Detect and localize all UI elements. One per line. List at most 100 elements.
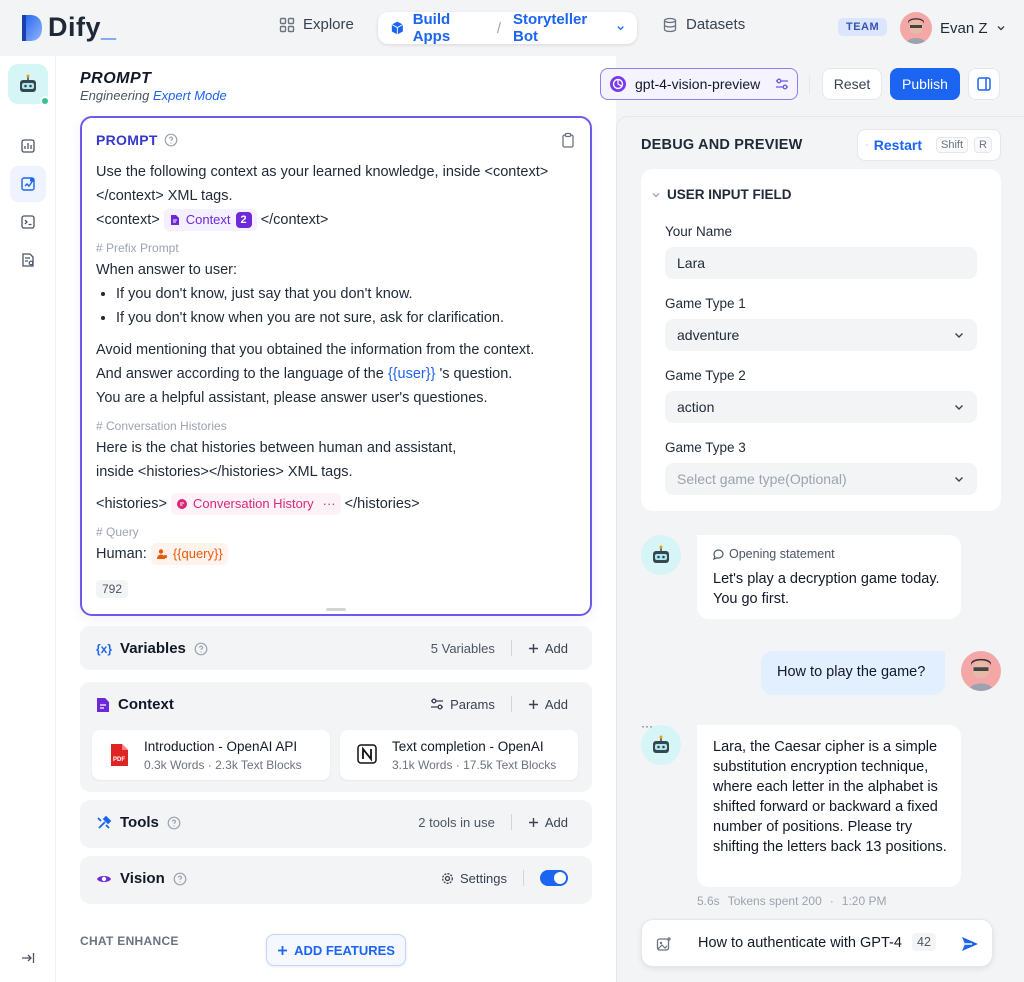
sliders-icon — [431, 698, 444, 710]
chart-icon — [21, 139, 35, 153]
robot-icon — [20, 74, 36, 92]
prompt-editor[interactable]: PROMPT Use the following context as your… — [80, 116, 592, 616]
context-actions: Params Add — [430, 696, 568, 712]
logo-text: Dify_ — [48, 12, 117, 42]
divider — [510, 814, 512, 830]
chevron-down-icon[interactable] — [616, 23, 625, 33]
more-icon[interactable]: ··· — [323, 492, 336, 516]
add-features-button[interactable]: ADD FEATURES — [266, 934, 406, 966]
context-header: Context — [96, 696, 174, 713]
prompt-header: PROMPT — [96, 132, 178, 148]
reply-latency: 5.6s — [697, 894, 720, 908]
user-icon — [156, 549, 167, 560]
dify-logo[interactable]: Dify_ — [20, 12, 117, 43]
user-menu[interactable]: Evan Z — [900, 12, 1006, 44]
params-button[interactable]: Params — [430, 697, 495, 712]
publish-button[interactable]: Publish — [890, 68, 960, 100]
help-icon[interactable] — [173, 872, 187, 886]
query-chip[interactable]: {{query}} — [150, 543, 228, 566]
conversation-history-chip[interactable]: Conversation History ··· — [170, 492, 341, 516]
add-context-button[interactable]: Add — [528, 697, 568, 712]
context-chip[interactable]: Context 2 — [163, 209, 257, 232]
divider — [510, 696, 512, 712]
dataset-card[interactable]: PDF Introduction - OpenAI API 0.3k Words… — [92, 730, 330, 780]
add-tool-button[interactable]: Add — [528, 815, 568, 830]
chat-input-box: How to authenticate with GPT-4 42 — [641, 919, 993, 967]
game-type-1-select[interactable]: adventure — [665, 319, 977, 351]
divider — [523, 870, 524, 886]
expand-sidebar-button[interactable] — [10, 940, 46, 976]
database-icon — [663, 17, 677, 32]
plus-icon — [278, 945, 288, 955]
image-upload-icon[interactable] — [656, 936, 672, 952]
rail-api[interactable] — [10, 204, 46, 240]
dataset-card[interactable]: Text completion - OpenAI 3.1k Words · 17… — [340, 730, 578, 780]
grid-icon — [279, 17, 295, 32]
chat-enhance-label: CHAT ENHANCE — [80, 934, 179, 948]
dify-logo-icon — [22, 14, 42, 41]
vision-header: Vision — [96, 870, 187, 887]
reply-meta: 5.6s Tokens spent 200 · 1:20 PM — [697, 894, 886, 908]
reset-button[interactable]: Reset — [822, 68, 882, 100]
robot-icon — [653, 735, 669, 753]
message-icon — [176, 499, 187, 510]
divider — [809, 76, 810, 94]
model-selector[interactable]: gpt-4-vision-preview — [600, 68, 798, 100]
chevron-down-icon — [955, 333, 963, 338]
expert-mode-link[interactable]: Expert Mode — [153, 88, 227, 103]
chevron-down-icon — [955, 477, 963, 482]
game-type-2-select[interactable]: action — [665, 391, 977, 423]
toggle-panel-button[interactable] — [968, 68, 1000, 100]
current-app-label[interactable]: Storyteller Bot — [513, 11, 608, 45]
opening-label: Opening statement — [713, 547, 835, 561]
vision-toggle[interactable] — [540, 870, 568, 886]
bot-avatar — [641, 725, 681, 765]
add-variable-button[interactable]: Add — [528, 641, 568, 656]
list-item: If you don't know when you are not sure,… — [116, 306, 576, 330]
left-rail — [0, 56, 56, 982]
vision-label: Vision — [120, 870, 165, 887]
app-avatar[interactable] — [8, 64, 50, 106]
nav-explore[interactable]: Explore — [279, 16, 354, 33]
nav-build-apps[interactable]: Build Apps / Storyteller Bot — [378, 11, 637, 45]
copy-icon[interactable] — [560, 132, 576, 148]
eye-icon — [97, 875, 111, 882]
prompt-line: You are a helpful assistant, please answ… — [96, 390, 488, 406]
plus-icon — [528, 699, 538, 709]
nav-datasets[interactable]: Datasets — [662, 16, 745, 33]
restart-icon — [866, 144, 868, 146]
prompt-line: Use the following context as your learne… — [96, 164, 549, 204]
variables-panel: {x} Variables 5 Variables Add — [80, 626, 592, 670]
rules-list: If you don't know, just say that you don… — [116, 282, 576, 330]
rail-orchestrate[interactable] — [10, 166, 46, 202]
query-comment: # Query — [96, 525, 139, 539]
user-variable[interactable]: {{user}} — [388, 366, 436, 382]
help-icon[interactable] — [164, 133, 178, 147]
name-input[interactable]: Lara — [665, 247, 977, 279]
vision-settings-button[interactable]: Settings — [441, 871, 507, 886]
file-search-icon — [22, 253, 34, 267]
prompt-content[interactable]: Use the following context as your learne… — [96, 160, 576, 566]
help-icon[interactable] — [194, 642, 208, 656]
sidebar-panel-icon — [977, 77, 991, 91]
user-avatar — [900, 12, 932, 44]
field-label: Your Name — [665, 224, 733, 239]
bot-avatar — [641, 535, 681, 575]
rail-logs[interactable] — [10, 242, 46, 278]
list-item: If you don't know, just say that you don… — [116, 282, 576, 306]
resize-handle[interactable] — [326, 608, 346, 611]
dataset-name: Introduction - OpenAI API — [144, 739, 298, 754]
online-dot — [40, 96, 50, 106]
top-bar: Dify_ Explore Build Apps / Storyteller B… — [0, 0, 1024, 56]
help-icon[interactable] — [167, 816, 181, 830]
rail-overview[interactable] — [10, 128, 46, 164]
game-type-3-select[interactable]: Select game type(Optional) — [665, 463, 977, 495]
user-message-text: How to play the game? — [777, 664, 926, 680]
restart-button[interactable]: Restart Shift R — [857, 129, 1001, 161]
chat-input-field[interactable]: How to authenticate with GPT-4 — [698, 935, 908, 951]
send-icon[interactable] — [960, 934, 980, 954]
config-area: PROMPT Engineering Expert Mode PROMPT Us… — [56, 56, 616, 982]
user-input-header[interactable]: USER INPUT FIELD — [651, 187, 792, 202]
shortcut-key: R — [974, 137, 992, 153]
variables-header: {x} Variables — [96, 640, 208, 657]
